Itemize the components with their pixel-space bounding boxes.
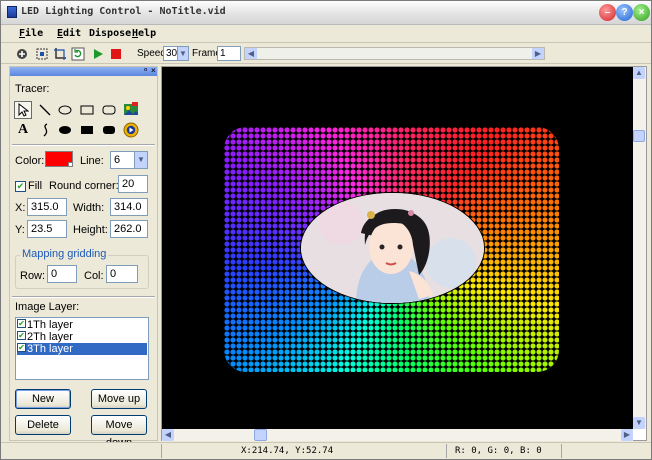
window-title: LED Lighting Control - NoTitle.vid xyxy=(21,6,226,17)
status-separator xyxy=(561,444,562,458)
height-input[interactable]: 262.0 xyxy=(110,220,148,238)
layer-checkbox[interactable]: ✔ xyxy=(17,343,26,352)
filled-ellipse-tool-icon[interactable] xyxy=(56,121,74,139)
delete-layer-button[interactable]: Delete xyxy=(15,415,71,435)
rounded-rectangle-tool-icon[interactable] xyxy=(100,101,118,119)
vertical-scrollbar[interactable]: ▲ ▼ xyxy=(633,67,646,429)
scroll-right-icon[interactable]: ▶ xyxy=(621,429,633,441)
frame-scrollbar[interactable]: ◀ ▶ xyxy=(244,47,545,60)
scroll-down-icon[interactable]: ▼ xyxy=(633,417,645,429)
x-label: X: xyxy=(15,202,26,214)
menu-bar: File Edit Dispose Help xyxy=(1,25,651,43)
menu-help[interactable]: Help xyxy=(132,28,156,39)
image-layer-label: Image Layer: xyxy=(15,301,80,313)
rectangle-tool-icon[interactable] xyxy=(78,101,96,119)
led-canvas[interactable] xyxy=(162,67,633,429)
list-item[interactable]: ✔ 1Th layer xyxy=(17,319,147,331)
image-tool-icon[interactable] xyxy=(122,100,140,118)
move-down-button[interactable]: Move down xyxy=(91,415,147,449)
menu-file[interactable]: File xyxy=(19,28,43,39)
scroll-left-icon[interactable]: ◀ xyxy=(162,429,174,441)
cursor-coordinates: X:214.74, Y:52.74 xyxy=(241,446,334,456)
video-tool-icon[interactable] xyxy=(122,121,140,139)
pointer-tool-icon[interactable] xyxy=(14,101,32,119)
scroll-thumb[interactable] xyxy=(633,130,645,142)
round-corner-input[interactable]: 20 xyxy=(118,175,148,193)
chevron-down-icon[interactable]: ▼ xyxy=(177,47,188,60)
move-up-button[interactable]: Move up xyxy=(91,389,147,409)
app-icon xyxy=(7,6,17,18)
scroll-left-icon[interactable]: ◀ xyxy=(245,48,257,59)
add-layer-icon[interactable] xyxy=(14,46,30,62)
portrait-image[interactable] xyxy=(301,193,484,303)
list-item[interactable]: ✔ 2Th layer xyxy=(17,331,147,343)
help-button[interactable]: ? xyxy=(616,4,633,21)
line-tool-icon[interactable] xyxy=(36,101,54,119)
line-label: Line: xyxy=(80,155,104,167)
frame-input[interactable]: 1 xyxy=(217,46,241,61)
layer-list[interactable]: ✔ 1Th layer ✔ 2Th layer ✔ 3Th layer xyxy=(15,317,149,380)
menu-edit[interactable]: Edit xyxy=(57,28,81,39)
ellipse-tool-icon[interactable] xyxy=(56,101,74,119)
scroll-right-icon[interactable]: ▶ xyxy=(532,48,544,59)
x-input[interactable]: 315.0 xyxy=(27,198,67,216)
width-label: Width: xyxy=(73,202,105,214)
col-label: Col: xyxy=(84,270,104,282)
stop-icon[interactable] xyxy=(108,46,124,62)
tracer-label: Tracer: xyxy=(15,83,50,95)
panel-close-icon[interactable]: × xyxy=(151,66,156,75)
y-input[interactable]: 23.5 xyxy=(27,220,67,238)
divider xyxy=(12,296,155,298)
select-frame-icon[interactable] xyxy=(34,46,50,62)
status-separator xyxy=(161,444,162,458)
title-bar: LED Lighting Control - NoTitle.vid – ? × xyxy=(1,1,651,25)
scroll-up-icon[interactable]: ▲ xyxy=(633,67,645,79)
line-width-select[interactable]: 6 ▼ xyxy=(110,151,148,169)
row-label: Row: xyxy=(20,270,46,282)
filled-rounded-rectangle-tool-icon[interactable] xyxy=(100,121,118,139)
mapping-gridding-title: Mapping gridding xyxy=(20,248,109,260)
minimize-button[interactable]: – xyxy=(599,4,616,21)
panel-header: ᵒ × xyxy=(10,66,157,76)
layer-checkbox[interactable]: ✔ xyxy=(17,319,26,328)
row-input[interactable]: 0 xyxy=(47,265,77,283)
close-button[interactable]: × xyxy=(633,4,650,21)
divider xyxy=(12,144,155,146)
curve-tool-icon[interactable] xyxy=(36,121,54,139)
layer-checkbox[interactable]: ✔ xyxy=(17,331,26,340)
fill-checkbox[interactable]: ✔ xyxy=(15,181,26,192)
crop-icon[interactable] xyxy=(52,46,68,62)
scroll-thumb[interactable] xyxy=(254,429,267,441)
horizontal-scrollbar[interactable]: ◀ ▶ xyxy=(162,429,633,441)
pin-icon[interactable]: ᵒ xyxy=(144,66,147,75)
new-layer-button[interactable]: New xyxy=(15,389,71,409)
canvas-area: ▲ ▼ ◀ ▶ xyxy=(161,66,647,441)
status-bar: X:214.74, Y:52.74 R: 0, G: 0, B: 0 xyxy=(1,442,651,459)
play-icon[interactable] xyxy=(90,46,106,62)
filled-rectangle-tool-icon[interactable] xyxy=(78,121,96,139)
y-label: Y: xyxy=(15,224,25,236)
app-window: LED Lighting Control - NoTitle.vid – ? ×… xyxy=(0,0,652,460)
fill-label: Fill xyxy=(28,180,43,192)
properties-panel: ᵒ × Tracer: A Color: Line: 6 ▼ ✔ Fill Ro… xyxy=(9,66,158,449)
refresh-icon[interactable] xyxy=(70,46,86,62)
col-input[interactable]: 0 xyxy=(106,265,138,283)
toolbar: Speed: 30 ▼ Frame: 1 ◀ ▶ xyxy=(1,44,651,64)
text-tool-icon[interactable]: A xyxy=(14,121,32,139)
list-item[interactable]: ✔ 3Th layer xyxy=(17,343,147,355)
color-label: Color: xyxy=(15,155,45,167)
chevron-down-icon[interactable]: ▼ xyxy=(134,152,147,168)
height-label: Height: xyxy=(73,224,108,236)
status-separator xyxy=(446,444,447,458)
color-swatch[interactable] xyxy=(45,151,73,167)
rgb-readout: R: 0, G: 0, B: 0 xyxy=(455,446,542,456)
menu-dispose[interactable]: Dispose xyxy=(89,28,131,39)
round-corner-label: Round corner: xyxy=(49,180,119,192)
width-input[interactable]: 314.0 xyxy=(110,198,148,216)
